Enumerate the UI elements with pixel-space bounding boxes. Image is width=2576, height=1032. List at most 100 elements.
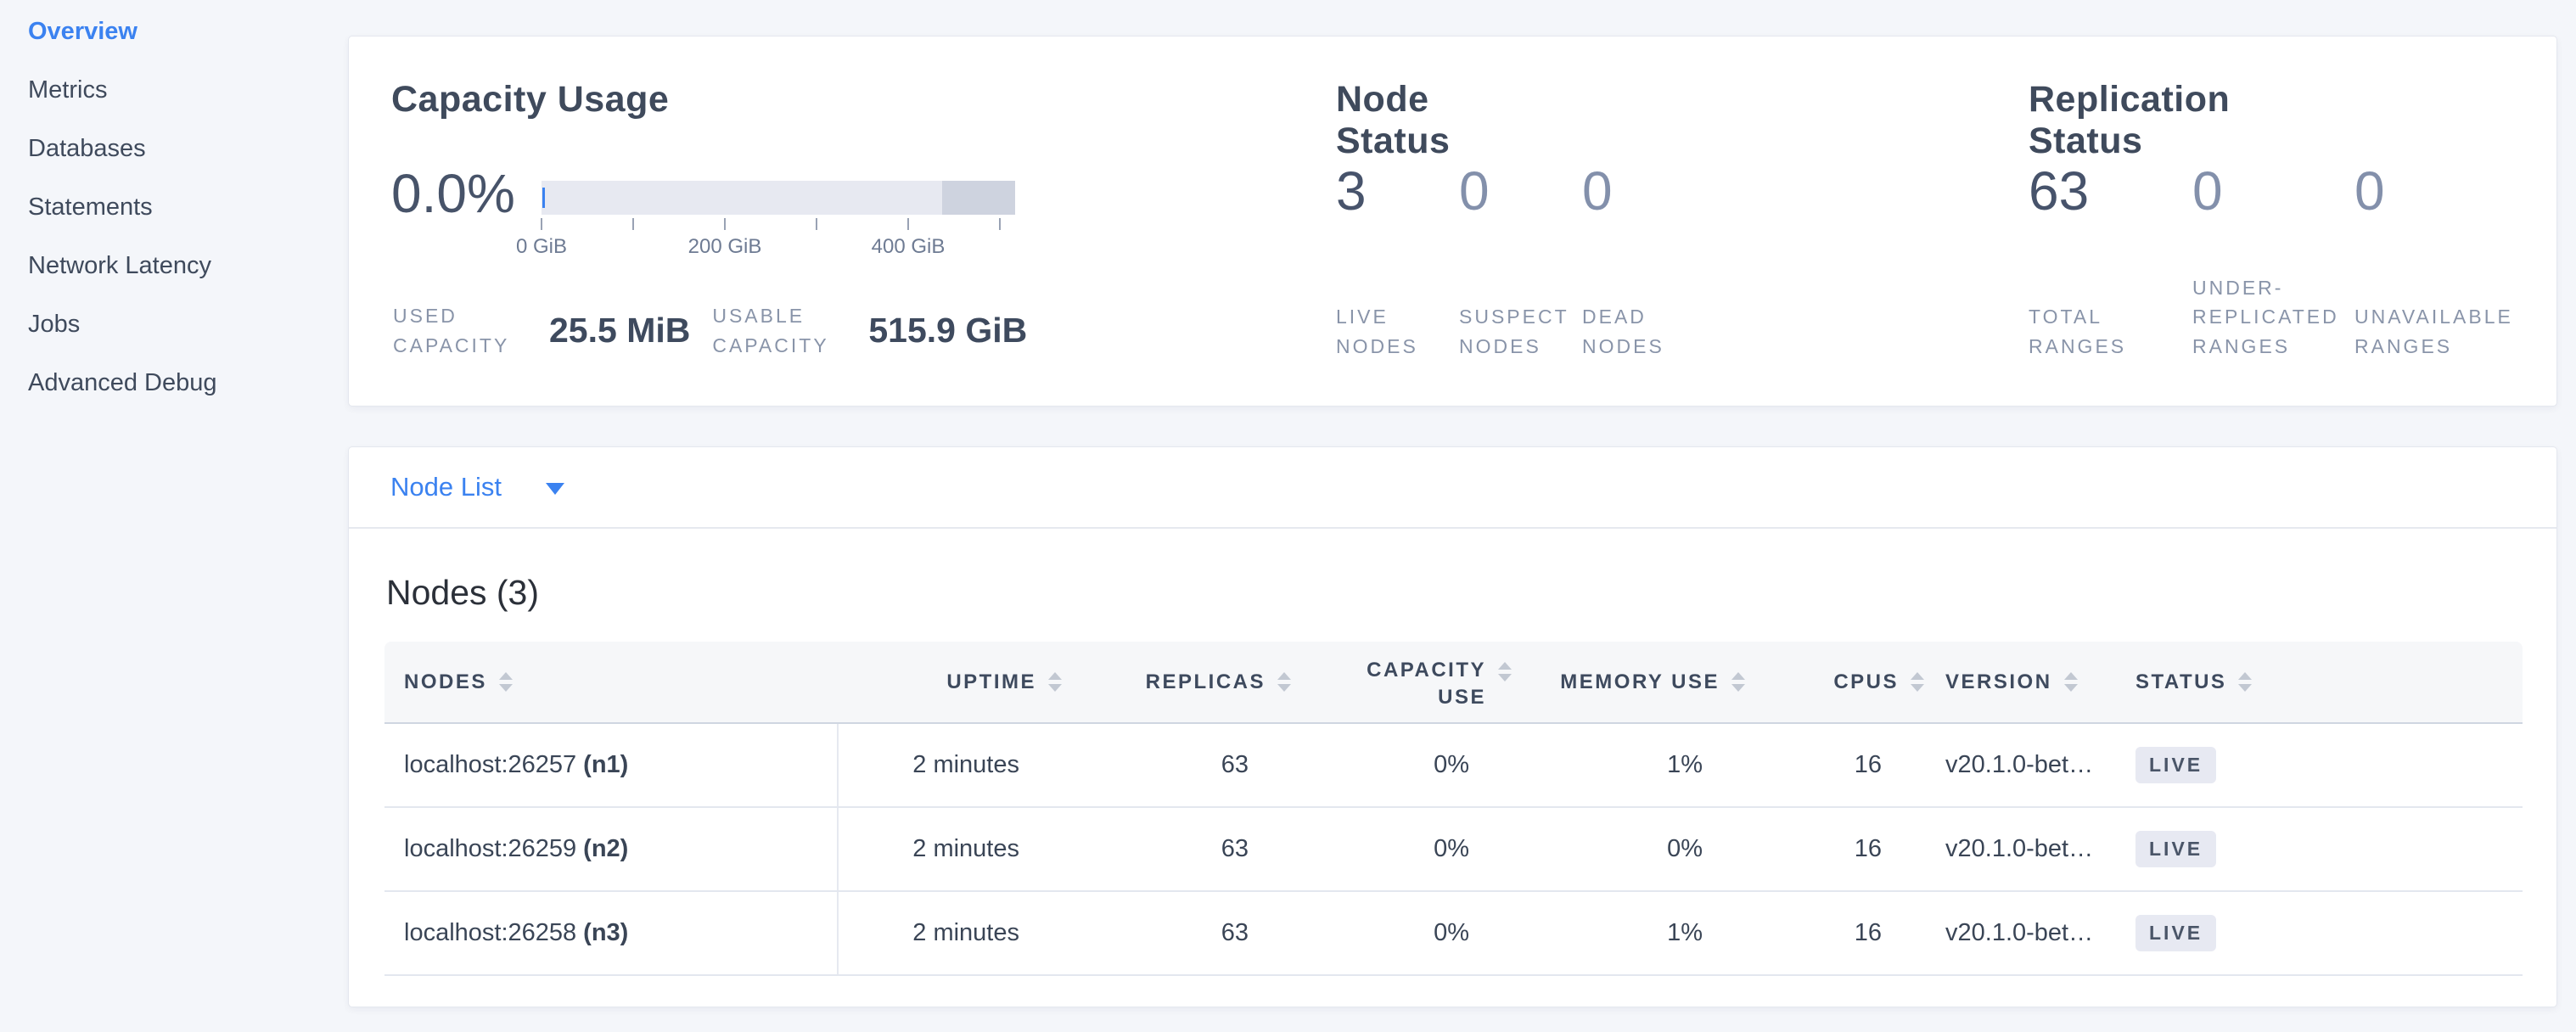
axis-tick [724,218,726,230]
status-badge: LIVE [2135,831,2216,867]
sidebar-item-databases[interactable]: Databases [0,120,348,178]
version-cell: v20.1.0-bet… [1924,892,2129,974]
axis-label-200: 200 GiB [688,235,762,259]
dead-nodes-label: DEAD NODES [1582,302,1688,361]
sort-icon [2238,672,2252,692]
uptime-cell: 2 minutes [839,808,1062,890]
uptime-cell: 2 minutes [839,892,1062,974]
column-label: UPTIME [946,670,1036,694]
suspect-nodes-label: SUSPECT NODES [1459,302,1565,361]
axis-tick [999,218,1001,230]
node-address: localhost:26258 [404,919,576,947]
unavailable-ranges-value: 0 [2354,164,2550,218]
live-nodes-label: LIVE NODES [1336,302,1442,361]
unavailable-ranges-label: UNAVAILABLE RANGES [2354,302,2524,361]
total-ranges-value: 63 [2029,164,2192,218]
sidebar-item-metrics[interactable]: Metrics [0,61,348,120]
replicas-cell: 63 [1062,808,1291,890]
axis-tick [907,218,909,230]
cluster-overview-card: Capacity Usage 0.0% 0 GiB 200 GiB 400 Gi… [348,36,2557,407]
dead-nodes-stat: 0 DEAD NODES [1582,164,1705,361]
node-id: (n1) [583,751,628,779]
live-nodes-stat: 3 LIVE NODES [1336,164,1459,361]
sidebar-item-network-latency[interactable]: Network Latency [0,237,348,295]
axis-tick [816,218,817,230]
table-row-node-3[interactable]: localhost:26258 (n3) 2 minutes 63 0% 1% … [384,892,2523,976]
column-label: MEMORY USE [1560,670,1720,694]
total-ranges-label: TOTAL RANGES [2029,302,2198,361]
sidebar-item-statements[interactable]: Statements [0,178,348,237]
caret-down-icon [546,483,564,495]
sidebar-item-advanced-debug[interactable]: Advanced Debug [0,354,348,412]
under-replicated-ranges-stat: 0 UNDER-REPLICATED RANGES [2192,164,2354,361]
memory-use-cell: 0% [1512,808,1745,890]
sidebar-item-overview[interactable]: Overview [0,3,348,61]
column-label: STATUS [2135,670,2226,694]
node-address-cell: localhost:26257 (n1) [384,724,839,806]
replication-status-title: Replication Status [2029,79,2230,162]
uptime-cell: 2 minutes [839,724,1062,806]
column-header-capacity-use[interactable]: CAPACITY USE [1291,642,1512,722]
column-header-replicas[interactable]: REPLICAS [1062,642,1291,722]
status-badge: LIVE [2135,747,2216,783]
node-address-cell: localhost:26259 (n2) [384,808,839,890]
column-header-status[interactable]: STATUS [2129,642,2523,722]
cpus-cell: 16 [1745,808,1924,890]
cpus-cell: 16 [1745,724,1924,806]
node-address: localhost:26257 [404,751,576,779]
replicas-cell: 63 [1062,892,1291,974]
live-nodes-value: 3 [1336,164,1459,218]
view-selector-label: Node List [390,472,502,502]
capacity-bar-used-segment [542,188,545,208]
axis-tick [632,218,634,230]
nodes-table-header: NODES UPTIME REPLICAS CAPACITY USE MEMOR… [384,642,2523,724]
status-badge: LIVE [2135,915,2216,951]
node-address: localhost:26259 [404,835,576,863]
nodes-heading: Nodes (3) [386,573,539,613]
status-cell: LIVE [2129,892,2523,974]
axis-label-0: 0 GiB [516,235,567,259]
column-header-cpus[interactable]: CPUS [1745,642,1924,722]
axis-tick [541,218,542,230]
capacity-usage-section: Capacity Usage 0.0% 0 GiB 200 GiB 400 Gi… [391,36,1325,406]
version-cell: v20.1.0-bet… [1924,808,2129,890]
view-selector-dropdown[interactable]: Node List [349,447,2556,529]
capacity-used-percent: 0.0% [391,162,515,225]
used-capacity-label: USED CAPACITY [393,301,537,360]
sort-icon [1911,672,1924,692]
capacity-use-cell: 0% [1291,892,1512,974]
table-row-node-2[interactable]: localhost:26259 (n2) 2 minutes 63 0% 0% … [384,808,2523,892]
column-label: CPUS [1833,670,1899,694]
capacity-usage-title: Capacity Usage [391,79,669,121]
column-header-nodes[interactable]: NODES [384,642,839,722]
table-row-node-1[interactable]: localhost:26257 (n1) 2 minutes 63 0% 1% … [384,724,2523,808]
sort-icon [1048,672,1062,692]
usable-capacity-label: USABLE CAPACITY [712,301,856,360]
node-id: (n3) [583,919,628,947]
node-list-card: Node List Nodes (3) NODES UPTIME REPLICA… [348,446,2557,1007]
capacity-usage-bar-chart [542,181,1015,215]
status-cell: LIVE [2129,724,2523,806]
status-cell: LIVE [2129,808,2523,890]
under-replicated-ranges-label: UNDER-REPLICATED RANGES [2192,273,2362,362]
memory-use-cell: 1% [1512,892,1745,974]
node-id: (n2) [583,835,628,863]
usable-capacity-stat: USABLE CAPACITY 515.9 GiB [712,301,1027,360]
column-header-uptime[interactable]: UPTIME [839,642,1062,722]
sort-icon [1277,672,1291,692]
nodes-table: NODES UPTIME REPLICAS CAPACITY USE MEMOR… [384,642,2523,976]
capacity-use-cell: 0% [1291,808,1512,890]
capacity-bar-other-segment [942,181,1015,215]
axis-label-400: 400 GiB [872,235,946,259]
memory-use-cell: 1% [1512,724,1745,806]
used-capacity-value: 25.5 MiB [549,311,690,351]
sidebar-item-jobs[interactable]: Jobs [0,295,348,354]
sort-icon [1498,662,1512,681]
node-address-cell: localhost:26258 (n3) [384,892,839,974]
replicas-cell: 63 [1062,724,1291,806]
column-header-version[interactable]: VERSION [1924,642,2129,722]
column-header-memory-use[interactable]: MEMORY USE [1512,642,1745,722]
sidebar: Overview Metrics Databases Statements Ne… [0,0,348,1032]
under-replicated-ranges-value: 0 [2192,164,2354,218]
sort-icon [499,672,513,692]
